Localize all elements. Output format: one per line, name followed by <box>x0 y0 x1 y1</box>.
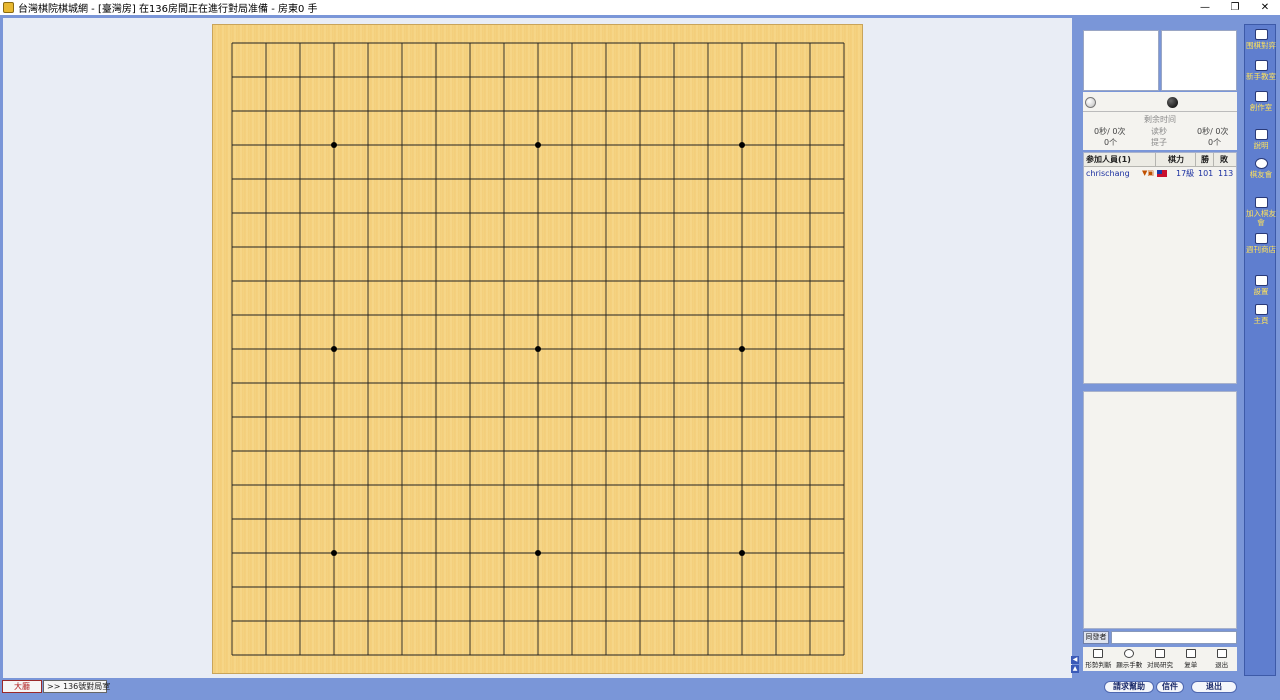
sidebar-item-club[interactable]: 棋友會 <box>1245 158 1277 179</box>
minimize-icon[interactable]: — <box>1190 0 1220 15</box>
players-header: 参加人員(1) 棋力 勝 敗 <box>1084 153 1236 167</box>
exit-button[interactable]: 退出 <box>1191 681 1237 693</box>
star-point <box>331 142 337 148</box>
close-icon[interactable]: ✕ <box>1250 0 1280 15</box>
divider <box>1083 111 1237 112</box>
sidebar-item-play[interactable]: 围棋對弈 <box>1245 29 1277 50</box>
black-player-avatar <box>1161 30 1237 91</box>
tools-bar: 形勢判斷 顯示手數 对局研究 复单 退出 <box>1083 647 1237 671</box>
study-button[interactable]: 对局研究 <box>1145 647 1175 671</box>
star-point <box>739 550 745 556</box>
chat-input[interactable] <box>1111 631 1237 644</box>
taiwan-flag-icon <box>1157 170 1167 177</box>
tab-lobby[interactable]: 大廳 <box>2 680 42 693</box>
book-icon <box>1254 129 1268 140</box>
shop-icon <box>1254 233 1268 244</box>
board-icon <box>1254 29 1268 40</box>
chat-send-button[interactable]: 同發者 <box>1083 631 1109 644</box>
player-status-icon: ▼▣ <box>1142 169 1154 177</box>
show-moves-button[interactable]: 顯示手數 <box>1114 647 1144 671</box>
board-grid[interactable] <box>213 25 864 675</box>
edit-icon <box>1254 197 1268 208</box>
header-members[interactable]: 参加人員(1) <box>1084 153 1156 166</box>
white-stone-icon <box>1085 97 1096 108</box>
star-point <box>739 142 745 148</box>
header-rank[interactable]: 棋力 <box>1156 153 1196 166</box>
players-list[interactable]: 参加人員(1) 棋力 勝 敗 chrischang ▼▣ 17級 101 113 <box>1083 152 1237 384</box>
review-button[interactable]: 复单 <box>1176 647 1206 671</box>
folder-icon <box>1254 91 1268 102</box>
star-point <box>535 142 541 148</box>
window-controls: — ❐ ✕ <box>1190 0 1280 15</box>
exit-room-button[interactable]: 退出 <box>1207 647 1237 671</box>
evaluate-icon <box>1093 649 1104 658</box>
collapse-left-icon[interactable]: ◀ <box>1071 656 1079 664</box>
star-point <box>331 550 337 556</box>
mail-button[interactable]: 信件 <box>1156 681 1184 693</box>
sidebar-item-settings[interactable]: 設置 <box>1245 275 1277 296</box>
chat-area[interactable] <box>1083 391 1237 629</box>
app-icon <box>3 2 14 13</box>
sidebar-item-help[interactable]: 說明 <box>1245 129 1277 150</box>
people-icon <box>1254 158 1268 169</box>
sidebar-item-home[interactable]: 主頁 <box>1245 304 1277 325</box>
black-captures: 0个 <box>1208 138 1222 147</box>
header-losses[interactable]: 敗 <box>1214 153 1236 166</box>
chat-input-row: 同發者 <box>1083 631 1237 645</box>
byoyomi-label: 读秒 <box>1151 127 1167 136</box>
player-rank: 17級 <box>1176 169 1195 178</box>
sidebar-item-join[interactable]: 加入棋友會 <box>1245 197 1277 227</box>
star-point <box>535 550 541 556</box>
exit-icon <box>1216 649 1227 658</box>
sidebar-item-studio[interactable]: 創作室 <box>1245 91 1277 112</box>
star-point <box>739 346 745 352</box>
tab-room[interactable]: >> 136號對局室 <box>43 680 110 693</box>
book-icon <box>1185 649 1196 658</box>
collapse-up-icon[interactable]: ▲ <box>1071 665 1079 673</box>
evaluate-button[interactable]: 形勢判斷 <box>1083 647 1113 671</box>
tools-icon <box>1254 275 1268 286</box>
player-losses: 113 <box>1218 169 1234 178</box>
restore-icon[interactable]: ❐ <box>1220 0 1250 15</box>
right-sidebar: 围棋對弈 新手教室 創作室 說明 棋友會 加入棋友會 週刊商店 設置 主頁 <box>1244 24 1276 676</box>
sidebar-item-classroom[interactable]: 新手教室 <box>1245 60 1277 81</box>
sidebar-item-shop[interactable]: 週刊商店 <box>1245 233 1277 254</box>
panel-toggle[interactable]: ◀ ▲ <box>1071 656 1079 674</box>
white-time: 0秒/ 0次 <box>1094 127 1126 136</box>
captures-label: 提子 <box>1151 138 1167 147</box>
black-time: 0秒/ 0次 <box>1197 127 1229 136</box>
player-wins: 101 <box>1198 169 1214 178</box>
monitor-icon <box>1254 60 1268 71</box>
stones-icon <box>1154 649 1165 658</box>
home-icon <box>1254 304 1268 315</box>
black-stone-icon <box>1167 97 1178 108</box>
help-circle-icon <box>1124 649 1135 658</box>
player-name: chrischang <box>1086 169 1130 178</box>
header-wins[interactable]: 勝 <box>1196 153 1214 166</box>
go-board[interactable] <box>212 24 863 674</box>
white-captures: 0个 <box>1104 138 1118 147</box>
star-point <box>331 346 337 352</box>
title-bar: 台灣棋院棋城網 - [臺灣房] 在136房間正在進行對局准備 - 房東0 手 —… <box>0 0 1280 15</box>
star-point <box>535 346 541 352</box>
player-row[interactable]: chrischang ▼▣ 17級 101 113 <box>1084 167 1236 180</box>
white-player-avatar <box>1083 30 1159 91</box>
window-title: 台灣棋院棋城網 - [臺灣房] 在136房間正在進行對局准備 - 房東0 手 <box>18 4 318 15</box>
status-bar: 大廳 >> 136號對局室 請求幫助 信件 退出 <box>0 678 1280 700</box>
help-request-button[interactable]: 請求幫助 <box>1104 681 1154 693</box>
remaining-time-label: 剩余时间 <box>1144 115 1176 124</box>
